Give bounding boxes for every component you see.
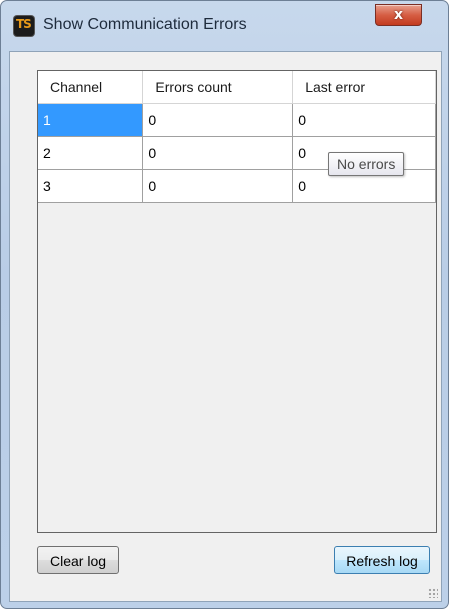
cell-last-error[interactable]: 0	[292, 103, 436, 137]
refresh-log-button[interactable]: Refresh log	[334, 546, 430, 574]
clear-log-button[interactable]: Clear log	[37, 546, 119, 574]
errors-grid[interactable]: Channel Errors count Last error 1 0 0 2 …	[37, 70, 437, 533]
cell-errors-count[interactable]: 0	[142, 136, 294, 170]
header-row: Channel Errors count Last error	[38, 71, 436, 104]
cell-errors-count[interactable]: 0	[142, 169, 294, 203]
title-bar[interactable]: TS Show Communication Errors x	[1, 1, 448, 51]
close-button[interactable]: x	[375, 4, 422, 26]
table-row[interactable]: 1 0 0	[38, 103, 436, 137]
cell-errors-count[interactable]: 0	[142, 103, 294, 137]
resize-grip[interactable]	[428, 588, 438, 598]
cell-channel[interactable]: 1	[38, 103, 144, 137]
dialog-window: TS Show Communication Errors x Channel E…	[0, 0, 449, 609]
column-header-last-error[interactable]: Last error	[292, 71, 436, 104]
column-header-errors-count[interactable]: Errors count	[142, 71, 294, 104]
app-icon: TS	[14, 16, 34, 36]
column-header-channel[interactable]: Channel	[38, 71, 144, 104]
cell-tooltip: No errors	[328, 152, 405, 176]
errors-table: Channel Errors count Last error 1 0 0 2 …	[38, 71, 436, 203]
cell-channel[interactable]: 2	[38, 136, 144, 170]
close-icon: x	[393, 7, 404, 23]
dialog-body: Channel Errors count Last error 1 0 0 2 …	[9, 51, 442, 602]
window-title: Show Communication Errors	[43, 16, 247, 33]
cell-channel[interactable]: 3	[38, 169, 144, 203]
